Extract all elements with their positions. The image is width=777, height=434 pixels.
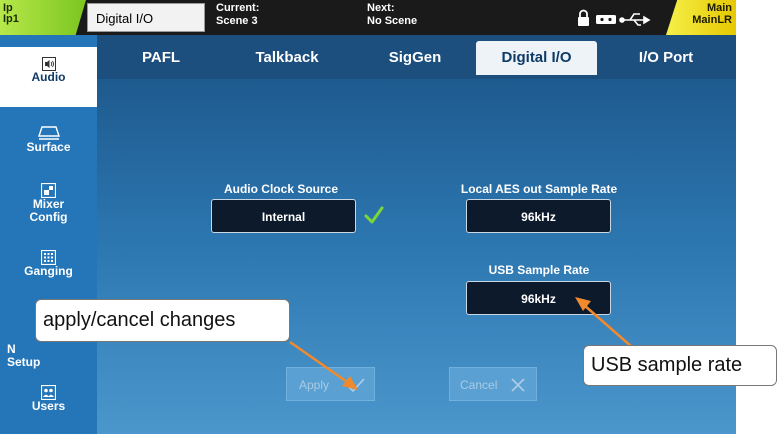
top-status-bar: Ip Ip1 Digital I/O Current: Scene 3 Next… <box>0 0 736 35</box>
usb-sample-rate-select[interactable]: 96kHz <box>466 281 611 315</box>
tab-pafl[interactable]: PAFL <box>107 41 215 75</box>
tab-talkback[interactable]: Talkback <box>227 41 347 75</box>
sidebar-item-label-2: Config <box>29 210 68 224</box>
apply-button[interactable]: Apply <box>286 367 375 401</box>
sidebar-item-label: Surface <box>26 140 71 154</box>
local-aes-sample-rate-label: Local AES out Sample Rate <box>460 182 618 196</box>
main-label-1: Main <box>706 2 732 14</box>
sidebar-item-audio[interactable]: Audio <box>0 47 97 107</box>
lock-icon <box>578 9 589 26</box>
sidebar-item-label: Users <box>31 399 66 413</box>
next-scene-block[interactable]: Next: No Scene <box>367 2 417 28</box>
ip-label-2: Ip1 <box>3 13 19 25</box>
usb-sample-rate-label: USB Sample Rate <box>488 263 590 277</box>
surface-icon <box>37 126 60 140</box>
current-screen-name: Digital I/O <box>87 3 205 32</box>
ganging-icon <box>41 250 56 265</box>
tab-siggen[interactable]: SigGen <box>355 41 475 75</box>
sidebar: Audio Surface Mixer Config Ganging N Set… <box>0 35 97 434</box>
users-icon <box>41 385 56 400</box>
cancel-button[interactable]: Cancel <box>449 367 537 401</box>
mixer-config-icon <box>41 183 56 198</box>
sidebar-item-mixer-config[interactable]: Mixer Config <box>0 171 97 231</box>
main-label-2: MainLR <box>692 14 732 26</box>
cancel-label: Cancel <box>460 378 498 392</box>
sidebar-item-ganging[interactable]: Ganging <box>0 240 97 300</box>
apply-cancel-callout: apply/cancel changes <box>35 299 290 342</box>
usb-rate-callout: USB sample rate <box>583 345 777 386</box>
tab-io-port[interactable]: I/O Port <box>602 41 730 75</box>
ip-indicator[interactable]: Ip Ip1 <box>0 0 86 35</box>
local-aes-sample-rate-select[interactable]: 96kHz <box>466 199 611 233</box>
tab-digital-io[interactable]: Digital I/O <box>476 41 597 75</box>
usb-icon <box>619 13 651 26</box>
check-icon <box>364 206 384 224</box>
speaker-icon <box>41 57 56 71</box>
sidebar-item-label: Ganging <box>24 264 73 278</box>
sidebar-item-label: Audio <box>31 70 66 84</box>
status-icons <box>578 9 651 26</box>
next-scene: No Scene <box>367 15 418 27</box>
sidebar-item-users[interactable]: Users <box>0 370 97 430</box>
apply-check-icon <box>347 378 365 393</box>
next-label: Next: <box>367 2 395 14</box>
apply-label: Apply <box>299 378 330 392</box>
current-scene: Scene 3 <box>216 15 258 27</box>
audio-clock-source-label: Audio Clock Source <box>223 182 339 196</box>
sidebar-item-label-2: Setup <box>7 355 41 369</box>
current-label: Current: <box>216 2 260 14</box>
current-scene-block[interactable]: Current: Scene 3 <box>216 2 259 28</box>
cancel-x-icon <box>511 378 525 392</box>
tab-bar: PAFL Talkback SigGen Digital I/O I/O Por… <box>97 35 736 79</box>
storage-icon <box>596 15 616 24</box>
sidebar-item-surface[interactable]: Surface <box>0 109 97 169</box>
audio-clock-source-select[interactable]: Internal <box>211 199 356 233</box>
main-mix-indicator[interactable]: Main MainLR <box>666 0 736 35</box>
